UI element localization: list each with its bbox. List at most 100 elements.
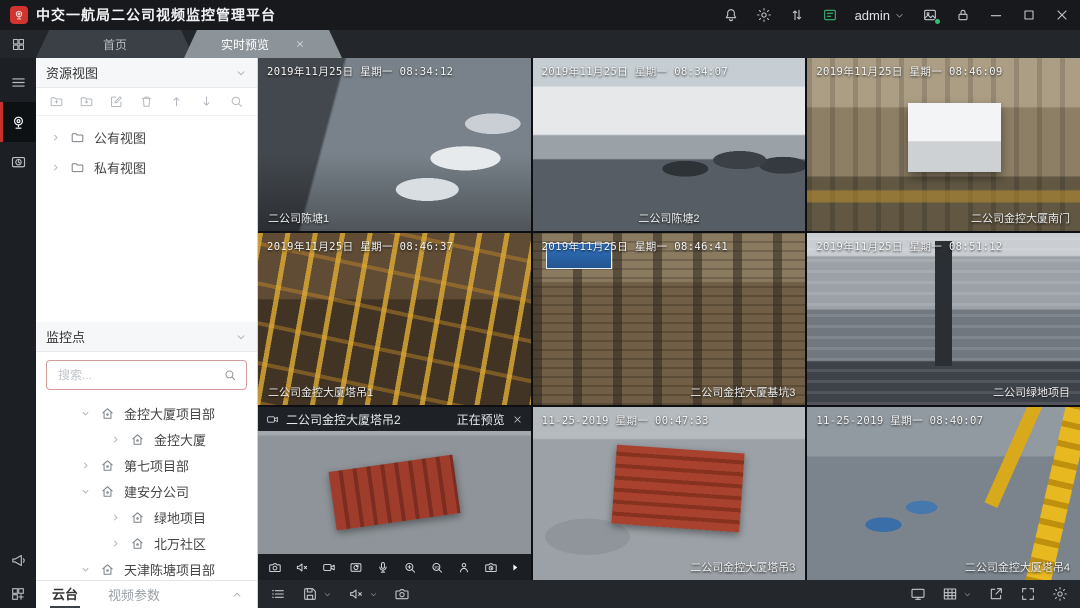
zoom-in-icon[interactable] bbox=[403, 560, 417, 575]
tree-item-label: 北万社区 bbox=[154, 534, 206, 553]
tab-home[interactable]: 首页 bbox=[36, 30, 194, 58]
move-up-icon[interactable] bbox=[169, 94, 184, 109]
timestamp-overlay: 2019年11月25日 星期一 08:46:37 bbox=[267, 239, 453, 254]
close-preview-icon[interactable] bbox=[512, 414, 523, 425]
caret-right-icon[interactable] bbox=[50, 132, 61, 143]
tree-item-site[interactable]: 金控大厦 bbox=[36, 426, 257, 452]
caret-right-icon[interactable] bbox=[80, 460, 91, 471]
tree-item-label: 私有视图 bbox=[94, 158, 146, 177]
video-cell-9[interactable]: 11-25-2019 星期一 08:40:07 二公司金控大厦塔吊4 bbox=[807, 407, 1080, 580]
mute-icon[interactable] bbox=[295, 560, 309, 575]
grid-toolbar bbox=[258, 580, 1080, 608]
timed-snapshot-icon[interactable] bbox=[484, 560, 498, 575]
save-view-icon[interactable] bbox=[79, 94, 94, 109]
tree-item-label: 金控大厦 bbox=[154, 430, 206, 449]
instant-playback-icon[interactable] bbox=[349, 560, 363, 575]
snapshot-icon[interactable] bbox=[268, 560, 282, 575]
rail-menu-button[interactable] bbox=[0, 62, 36, 102]
tree-item-site[interactable]: 建安分公司 bbox=[36, 478, 257, 504]
user-name: admin bbox=[855, 8, 890, 23]
talk-mic-icon[interactable] bbox=[376, 560, 390, 575]
monitor-panel-header[interactable]: 监控点 bbox=[36, 322, 257, 352]
snapshot-all-icon[interactable] bbox=[394, 586, 410, 602]
video-cell-2[interactable]: 2019年11月25日 星期一 08:34:07 二公司陈塘2 bbox=[533, 58, 806, 231]
video-cell-7-selected[interactable]: 二公司金控大厦塔吊2 正在预览 3D bbox=[258, 407, 531, 580]
chevron-down-icon[interactable] bbox=[323, 590, 332, 599]
collapse-chevron-icon[interactable] bbox=[235, 331, 247, 343]
caret-down-icon[interactable] bbox=[80, 408, 91, 419]
caret-right-icon[interactable] bbox=[110, 538, 121, 549]
search-input[interactable] bbox=[56, 367, 217, 383]
video-cell-4[interactable]: 2019年11月25日 星期一 08:46:37 二公司金控大厦塔吊1 bbox=[258, 233, 531, 406]
caret-right-icon[interactable] bbox=[50, 162, 61, 173]
video-cell-8[interactable]: 11-25-2019 星期一 00:47:33 二公司金控大厦塔吊3 bbox=[533, 407, 806, 580]
resource-panel-header[interactable]: 资源视图 bbox=[36, 58, 257, 88]
edit-icon[interactable] bbox=[109, 94, 124, 109]
grid-layout-icon[interactable] bbox=[942, 586, 958, 602]
delete-icon[interactable] bbox=[139, 94, 154, 109]
more-tools-icon[interactable] bbox=[510, 562, 520, 573]
popout-icon[interactable] bbox=[988, 586, 1004, 602]
caret-right-icon[interactable] bbox=[110, 434, 121, 445]
video-frame bbox=[1022, 407, 1080, 580]
close-button[interactable] bbox=[1054, 7, 1070, 23]
tree-item-site[interactable]: 绿地项目 bbox=[36, 504, 257, 530]
search-icon[interactable] bbox=[229, 94, 244, 109]
screen-icon[interactable] bbox=[910, 586, 926, 602]
search-box bbox=[46, 360, 247, 390]
tree-item-private-views[interactable]: 私有视图 bbox=[36, 152, 257, 182]
rail-video-wall-button[interactable] bbox=[0, 580, 36, 608]
rail-live-view-button[interactable] bbox=[0, 102, 36, 142]
rail-playback-button[interactable] bbox=[0, 142, 36, 182]
chevron-down-icon[interactable] bbox=[963, 590, 972, 599]
save-view-icon[interactable] bbox=[302, 586, 318, 602]
transfer-icon[interactable] bbox=[789, 7, 805, 23]
video-cell-6[interactable]: 2019年11月25日 星期一 08:51:12 二公司绿地项目 bbox=[807, 233, 1080, 406]
preset-icon[interactable] bbox=[457, 560, 471, 575]
zoom-3d-icon[interactable]: 3D bbox=[430, 560, 444, 575]
video-cell-5[interactable]: 2019年11月25日 星期一 08:46:41 二公司金控大厦基坑3 bbox=[533, 233, 806, 406]
timestamp-overlay: 2019年11月25日 星期一 08:46:41 bbox=[542, 239, 728, 254]
caret-down-icon[interactable] bbox=[80, 564, 91, 575]
layout-list-icon[interactable] bbox=[270, 586, 286, 602]
camera-name-overlay: 二公司金控大厦基坑3 bbox=[690, 384, 795, 400]
collapse-chevron-icon[interactable] bbox=[235, 67, 247, 79]
tree-item-site[interactable]: 第七项目部 bbox=[36, 452, 257, 478]
tree-item-site[interactable]: 北万社区 bbox=[36, 530, 257, 556]
minimize-button[interactable] bbox=[988, 7, 1004, 23]
tab-live-preview[interactable]: 实时预览 bbox=[184, 30, 342, 58]
maximize-button[interactable] bbox=[1021, 7, 1037, 23]
tab-close-icon[interactable] bbox=[295, 39, 305, 49]
settings-gear-icon[interactable] bbox=[1052, 586, 1068, 602]
gear-icon[interactable] bbox=[756, 7, 772, 23]
caret-down-icon[interactable] bbox=[80, 486, 91, 497]
lock-icon[interactable] bbox=[955, 7, 971, 23]
chevron-down-icon[interactable] bbox=[369, 590, 378, 599]
apps-icon[interactable] bbox=[0, 30, 36, 58]
snapshot-preview-button[interactable] bbox=[922, 7, 938, 23]
fullscreen-icon[interactable] bbox=[1020, 586, 1036, 602]
selected-cell-toolbar: 3D bbox=[258, 554, 531, 580]
matrix-icon[interactable] bbox=[822, 7, 838, 23]
record-icon[interactable] bbox=[322, 560, 336, 575]
move-down-icon[interactable] bbox=[199, 94, 214, 109]
rail-broadcast-button[interactable] bbox=[0, 540, 36, 580]
app-title: 中交一航局二公司视频监控管理平台 bbox=[36, 5, 276, 25]
search-icon[interactable] bbox=[223, 368, 237, 382]
caret-right-icon[interactable] bbox=[110, 512, 121, 523]
tree-item-site[interactable]: 天津陈塘项目部 bbox=[36, 556, 257, 580]
user-menu[interactable]: admin bbox=[855, 8, 905, 23]
video-cell-3[interactable]: 2019年11月25日 星期一 08:46:09 二公司金控大厦南门 bbox=[807, 58, 1080, 231]
tab-ptz[interactable]: 云台 bbox=[50, 581, 80, 608]
megaphone-icon bbox=[10, 552, 27, 569]
tree-item-site[interactable]: 金控大厦项目部 bbox=[36, 400, 257, 426]
timestamp-overlay: 2019年11月25日 星期一 08:46:09 bbox=[816, 64, 1002, 79]
mute-all-icon[interactable] bbox=[348, 586, 364, 602]
bell-icon[interactable] bbox=[723, 7, 739, 23]
tree-item-public-views[interactable]: 公有视图 bbox=[36, 122, 257, 152]
add-view-icon[interactable] bbox=[49, 94, 64, 109]
tab-video-params[interactable]: 视频参数 bbox=[106, 582, 162, 607]
chevron-up-icon[interactable] bbox=[231, 589, 243, 601]
video-cell-1[interactable]: 2019年11月25日 星期一 08:34:12 二公司陈塘1 bbox=[258, 58, 531, 231]
apps-grid-icon bbox=[11, 37, 26, 52]
